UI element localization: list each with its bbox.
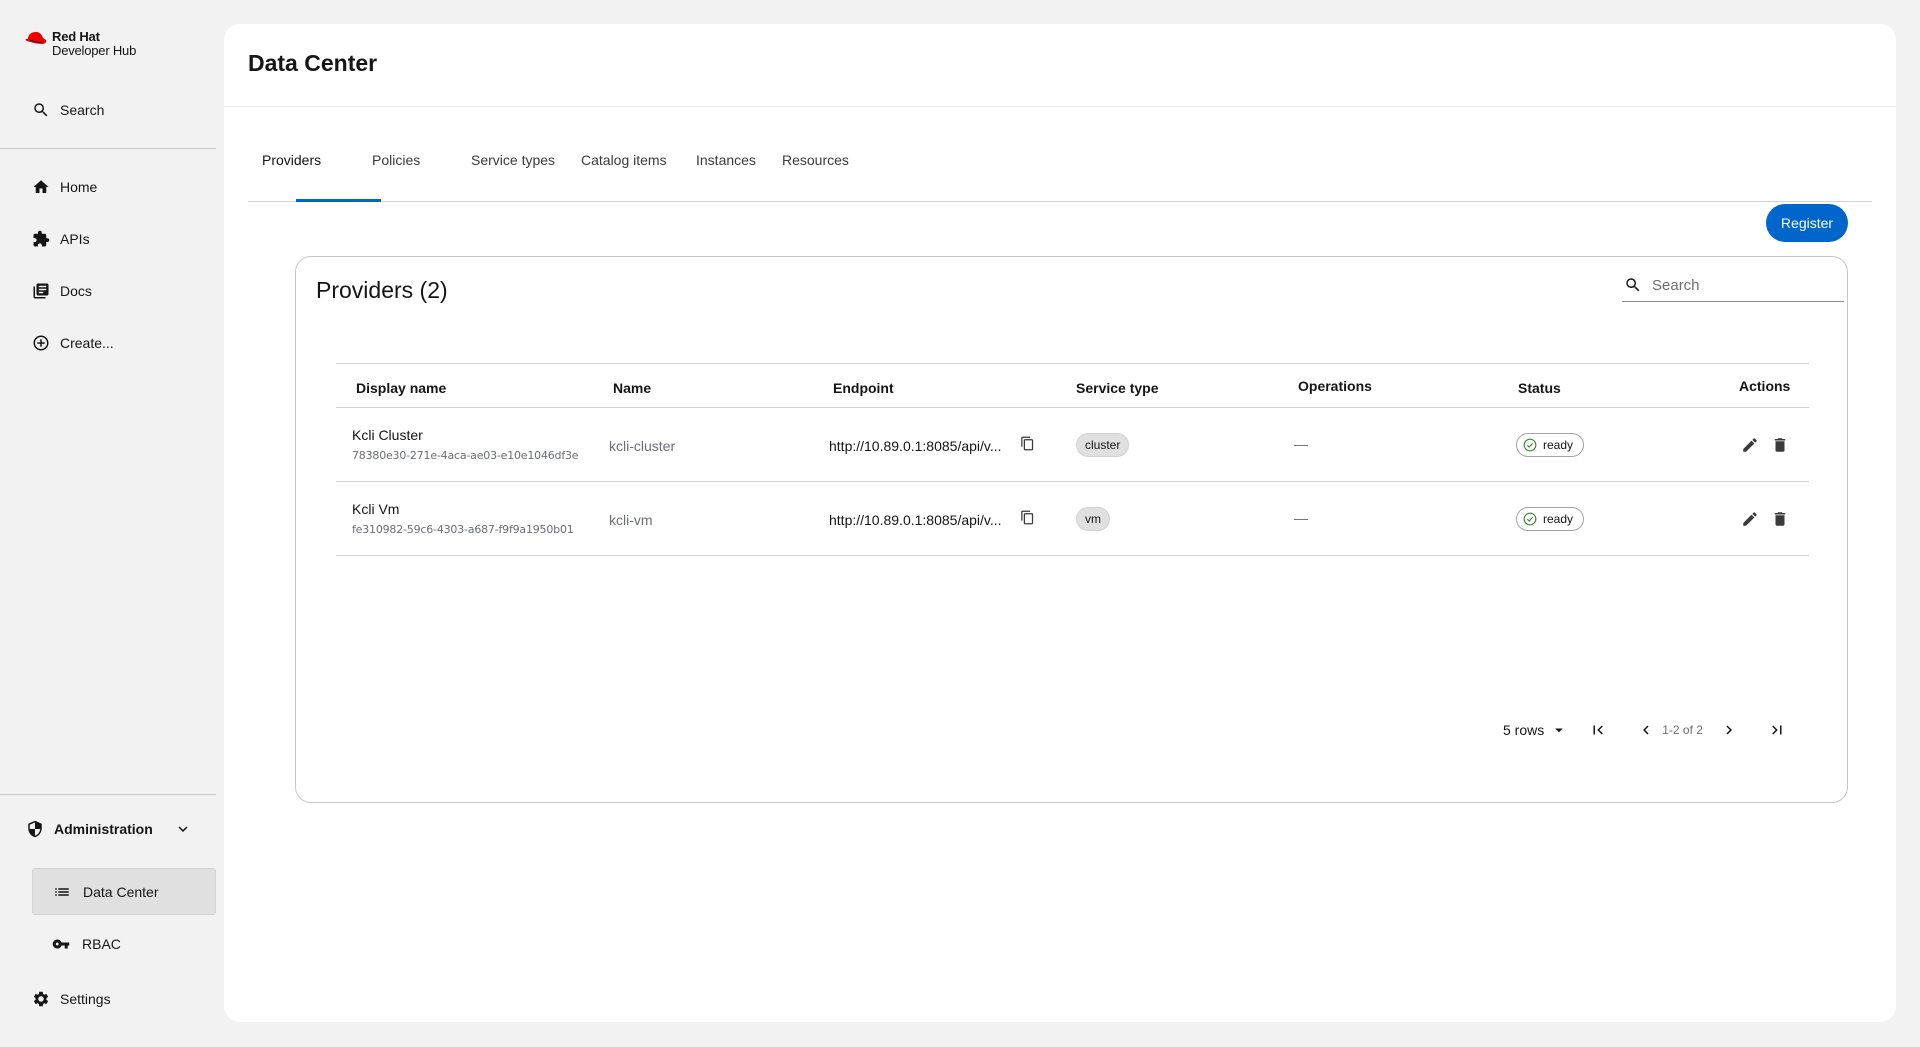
docs-icon xyxy=(33,283,49,299)
sidebar-divider xyxy=(0,794,216,795)
caret-down-icon xyxy=(1555,728,1563,733)
providers-table: Display name Name Endpoint Service type … xyxy=(336,363,1809,556)
sidebar-item-label: Home xyxy=(60,179,98,195)
sidebar-item-label: Search xyxy=(60,102,105,118)
logo-line-2: Developer Hub xyxy=(52,43,137,58)
edit-icon[interactable] xyxy=(1741,436,1761,456)
search-icon xyxy=(34,103,48,117)
provider-display-name[interactable]: Kcli Cluster xyxy=(352,427,578,443)
check-circle-icon xyxy=(1523,512,1537,526)
sidebar-item-create[interactable]: Create... xyxy=(32,334,114,352)
col-operations: Operations xyxy=(1298,378,1372,394)
cell-operations: — xyxy=(1294,436,1308,452)
col-display-name[interactable]: Display name xyxy=(356,380,446,396)
prev-page-icon[interactable] xyxy=(1634,718,1658,742)
administration-label: Administration xyxy=(54,821,153,837)
cell-display-name: Kcli Cluster 78380e30-271e-4aca-ae03-e10… xyxy=(352,427,579,462)
rows-per-page-select[interactable]: 5 rows xyxy=(1503,721,1568,739)
cell-name: kcli-cluster xyxy=(609,438,676,454)
tab-service-types[interactable]: Service types xyxy=(471,146,555,202)
status-text: ready xyxy=(1543,512,1574,526)
sidebar-item-label: RBAC xyxy=(82,935,121,952)
register-button[interactable]: Register xyxy=(1766,204,1848,242)
col-status[interactable]: Status xyxy=(1518,380,1561,396)
edit-icon[interactable] xyxy=(1741,510,1761,530)
pagination: 5 rows 1-2 of 2 xyxy=(1503,718,1789,742)
provider-display-name[interactable]: Kcli Vm xyxy=(352,501,574,517)
search-input[interactable] xyxy=(1652,276,1832,294)
providers-card: Providers (2) Display name Name Endpoint… xyxy=(295,256,1848,803)
delete-icon[interactable] xyxy=(1771,436,1791,456)
tab-policies[interactable]: Policies xyxy=(372,146,420,202)
puzzle-icon xyxy=(33,230,50,247)
shield-icon xyxy=(28,820,42,838)
active-tab-indicator xyxy=(296,199,381,202)
sidebar-item-search[interactable]: Search xyxy=(32,101,104,119)
col-service-type[interactable]: Service type xyxy=(1076,380,1159,396)
sidebar-item-home[interactable]: Home xyxy=(32,178,97,196)
tab-providers[interactable]: Providers xyxy=(262,146,321,202)
check-circle-icon xyxy=(1523,438,1537,452)
status-badge: ready xyxy=(1516,507,1585,531)
copy-icon[interactable] xyxy=(1020,510,1040,530)
logo-line-1: Red Hat xyxy=(52,29,100,44)
main-panel: Data Center Providers Policies Service t… xyxy=(224,24,1896,1022)
sidebar-item-label: Settings xyxy=(60,991,111,1007)
page-title: Data Center xyxy=(248,50,378,76)
tab-instances[interactable]: Instances xyxy=(696,146,756,202)
col-actions: Actions xyxy=(1739,378,1791,394)
sidebar-item-rbac[interactable]: RBAC xyxy=(32,920,216,967)
cell-endpoint: http://10.89.0.1:8085/api/v... xyxy=(829,438,1002,454)
last-page-icon[interactable] xyxy=(1765,718,1789,742)
search-icon xyxy=(1626,278,1640,292)
first-page-icon[interactable] xyxy=(1586,718,1610,742)
list-icon xyxy=(55,887,69,896)
cell-display-name: Kcli Vm fe310982-59c6-4303-a687-f9f9a195… xyxy=(352,501,574,536)
delete-icon[interactable] xyxy=(1771,510,1791,530)
tab-catalog-items[interactable]: Catalog items xyxy=(581,146,667,202)
status-text: ready xyxy=(1543,438,1574,452)
cell-operations: — xyxy=(1294,510,1308,526)
logo[interactable]: Red Hat Developer Hub xyxy=(24,30,136,58)
sidebar-item-apis[interactable]: APIs xyxy=(32,230,90,248)
service-type-chip: vm xyxy=(1076,507,1110,531)
sidebar-item-data-center[interactable]: Data Center xyxy=(32,868,216,915)
sidebar-item-settings[interactable]: Settings xyxy=(32,990,111,1008)
gear-icon xyxy=(33,991,49,1007)
sidebar-divider xyxy=(0,148,216,149)
card-title: Providers (2) xyxy=(316,277,448,303)
next-page-icon[interactable] xyxy=(1717,718,1741,742)
table-search xyxy=(1622,269,1844,302)
sidebar-item-label: APIs xyxy=(60,231,90,247)
chevron-down-icon xyxy=(178,826,188,832)
sidebar: Red Hat Developer Hub Search Home APIs D… xyxy=(0,0,216,1047)
cell-name: kcli-vm xyxy=(609,512,653,528)
add-circle-icon xyxy=(33,335,49,351)
redhat-logo-icon xyxy=(25,32,47,44)
status-badge: ready xyxy=(1516,433,1585,457)
col-endpoint[interactable]: Endpoint xyxy=(833,380,894,396)
sidebar-item-label: Create... xyxy=(60,335,114,351)
provider-id: fe310982-59c6-4303-a687-f9f9a1950b01 xyxy=(352,523,574,536)
provider-id: 78380e30-271e-4aca-ae03-e10e1046df3e xyxy=(352,449,579,462)
rows-per-page-label: 5 rows xyxy=(1503,722,1545,738)
sidebar-item-label: Data Center xyxy=(83,883,159,900)
copy-icon[interactable] xyxy=(1020,436,1040,456)
cell-endpoint: http://10.89.0.1:8085/api/v... xyxy=(829,512,1002,528)
tabs: Providers Policies Service types Catalog… xyxy=(248,146,1872,202)
page-header: Data Center xyxy=(224,24,1896,107)
sidebar-item-administration[interactable]: Administration xyxy=(26,820,192,838)
sidebar-item-docs[interactable]: Docs xyxy=(32,282,92,300)
table-row: Kcli Cluster 78380e30-271e-4aca-ae03-e10… xyxy=(336,408,1809,482)
table-row: Kcli Vm fe310982-59c6-4303-a687-f9f9a195… xyxy=(336,482,1809,556)
sidebar-item-label: Docs xyxy=(60,283,92,299)
service-type-chip: cluster xyxy=(1076,433,1130,457)
key-icon xyxy=(52,939,70,948)
home-icon xyxy=(33,180,49,193)
page-range: 1-2 of 2 xyxy=(1662,723,1703,737)
table-header: Display name Name Endpoint Service type … xyxy=(336,363,1809,408)
tab-resources[interactable]: Resources xyxy=(782,146,849,202)
col-name[interactable]: Name xyxy=(613,380,651,396)
